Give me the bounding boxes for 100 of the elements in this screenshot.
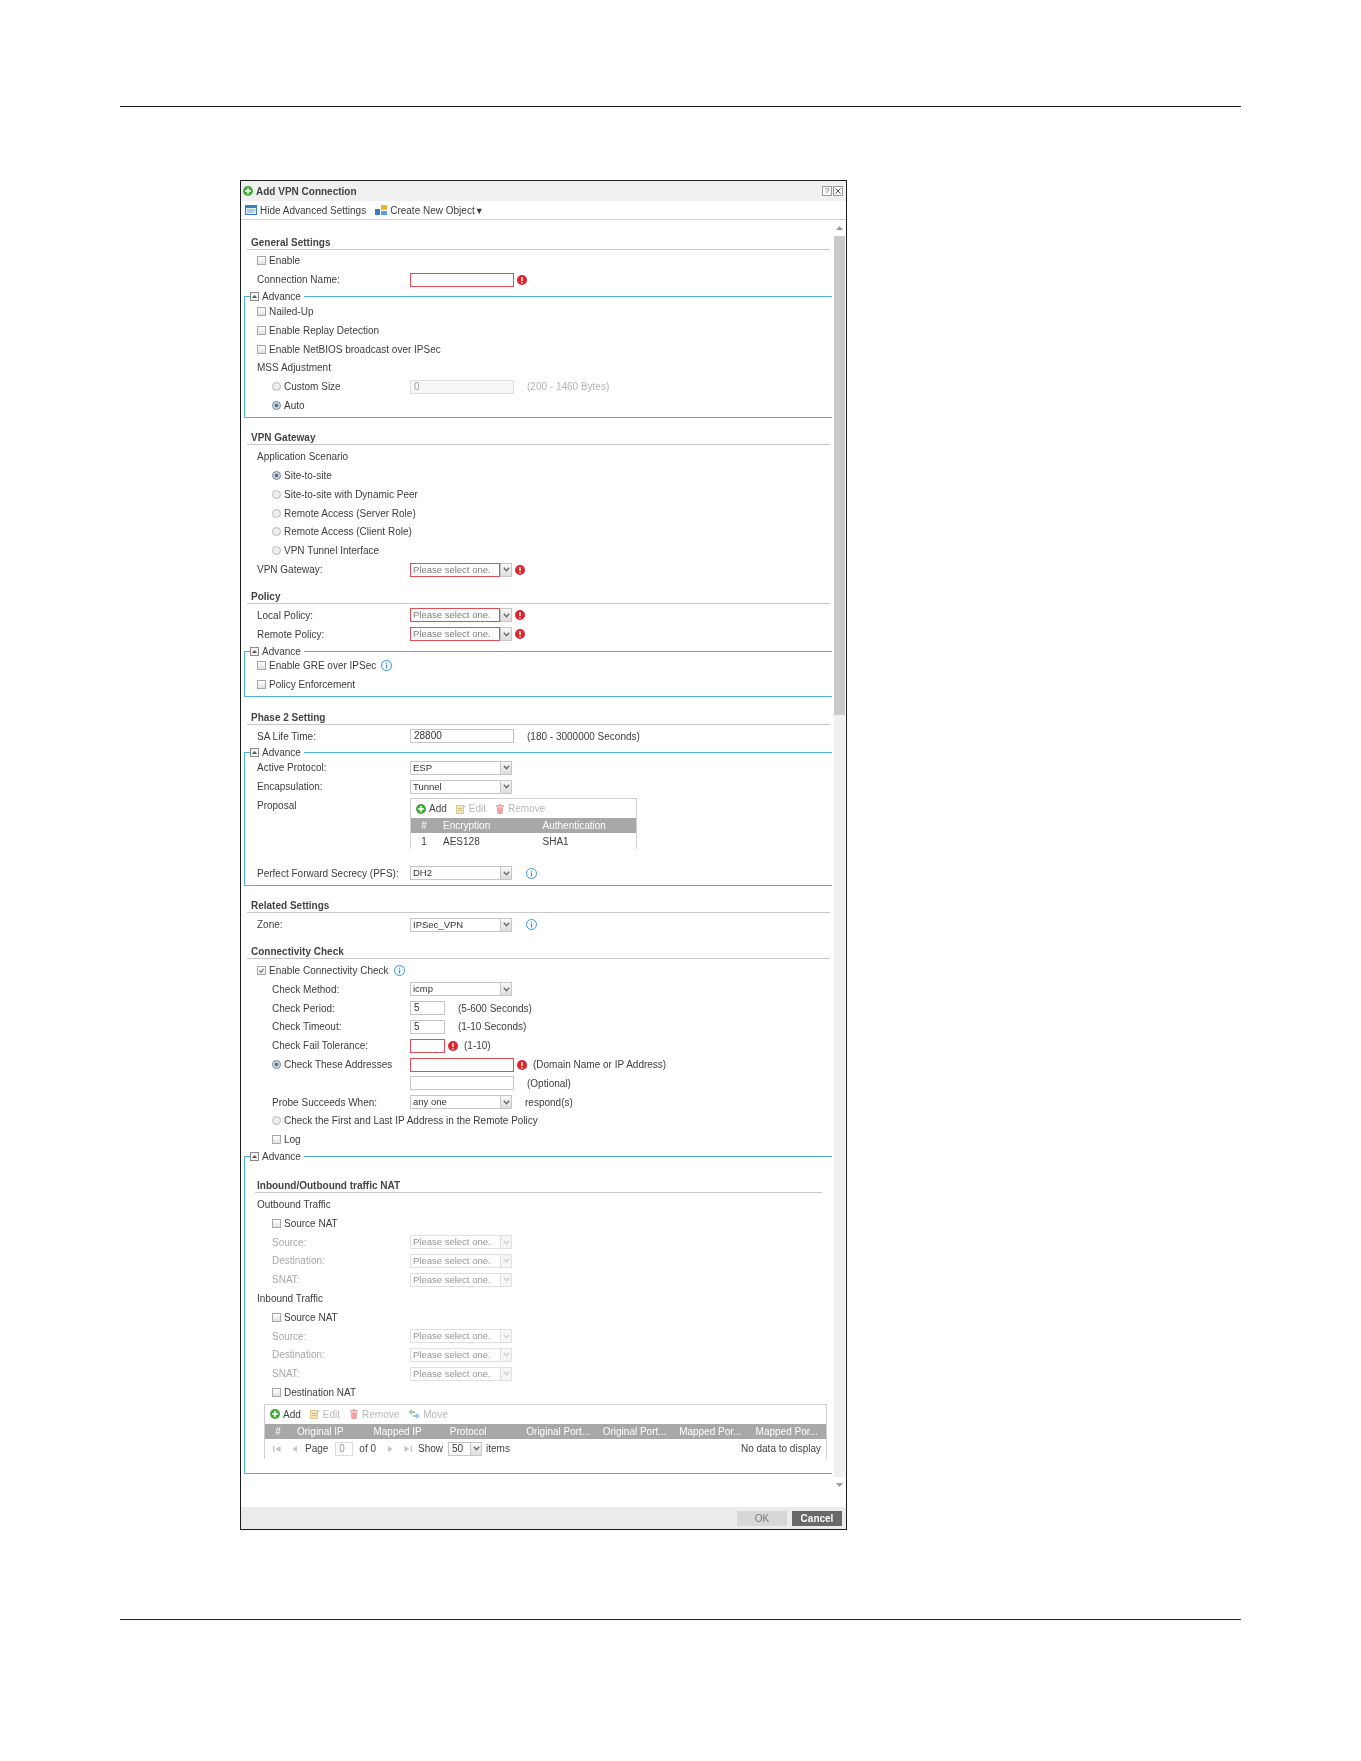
input-field[interactable]: 5 bbox=[410, 1001, 445, 1016]
add-button[interactable]: Add bbox=[270, 1408, 301, 1420]
group-label: Application Scenario bbox=[257, 451, 349, 463]
input-field[interactable] bbox=[410, 1038, 445, 1053]
triangle-left-icon[interactable] bbox=[291, 1444, 299, 1453]
triangle-square-icon[interactable] bbox=[250, 292, 259, 302]
panel-legend: Advance bbox=[262, 645, 301, 657]
column-header[interactable]: Original Port... bbox=[520, 1425, 597, 1437]
input-field[interactable] bbox=[410, 1076, 514, 1091]
column-header[interactable]: Authentication bbox=[536, 820, 636, 832]
close-button[interactable] bbox=[833, 186, 843, 196]
info-icon[interactable] bbox=[526, 919, 537, 931]
add-button[interactable]: Add bbox=[416, 803, 447, 815]
column-header[interactable]: Original IP bbox=[291, 1425, 368, 1437]
checkbox-label: Nailed-Up bbox=[269, 306, 314, 317]
input-field[interactable] bbox=[410, 272, 514, 287]
section-title: Policy bbox=[251, 590, 281, 602]
checkbox[interactable] bbox=[272, 1312, 281, 1322]
scrollbar[interactable] bbox=[834, 236, 845, 1477]
help-button[interactable]: ? bbox=[822, 186, 832, 196]
info-icon[interactable] bbox=[526, 867, 537, 879]
column-header[interactable]: # bbox=[411, 820, 437, 832]
triangle-left-bar-icon[interactable] bbox=[273, 1444, 281, 1453]
checkbox[interactable] bbox=[257, 307, 266, 316]
radio-button[interactable] bbox=[272, 382, 281, 392]
triangle-down-icon[interactable] bbox=[836, 1483, 843, 1487]
field-label: Local Policy: bbox=[257, 609, 314, 621]
column-header[interactable]: Protocol bbox=[443, 1425, 521, 1437]
section-title: Phase 2 Setting bbox=[251, 711, 326, 723]
column-header[interactable]: Encryption bbox=[437, 820, 537, 832]
radio-button[interactable] bbox=[272, 1116, 281, 1126]
menu-button[interactable]: Create New Object▼ bbox=[375, 204, 484, 216]
field-label: Source: bbox=[272, 1236, 307, 1248]
radio-label: Custom Size bbox=[284, 381, 341, 393]
column-header[interactable]: Mapped Por... bbox=[673, 1425, 750, 1437]
radio-button[interactable] bbox=[272, 471, 281, 481]
page-field[interactable]: 0 bbox=[335, 1441, 354, 1456]
table-cell-text: AES128 bbox=[442, 835, 481, 847]
field-label: Destination: bbox=[272, 1255, 325, 1267]
toggle-button[interactable]: Hide Advanced Settings bbox=[245, 204, 367, 216]
arrows-icon bbox=[408, 1409, 421, 1420]
trash-icon bbox=[495, 803, 506, 814]
plus-circle-icon bbox=[270, 1409, 280, 1420]
checkbox[interactable] bbox=[272, 1135, 281, 1145]
info-icon[interactable] bbox=[393, 965, 405, 976]
checkbox[interactable] bbox=[272, 1218, 281, 1228]
chevron-down-icon bbox=[502, 567, 510, 573]
field-label: SA Life Time: bbox=[257, 730, 316, 742]
window-icon bbox=[245, 205, 257, 215]
chevron-down-icon bbox=[502, 1333, 510, 1339]
checkbox-label: Enable Connectivity Check bbox=[269, 965, 389, 976]
radio-label: Remote Access (Client Role) bbox=[284, 526, 412, 538]
group-label: Inbound Traffic bbox=[257, 1292, 323, 1304]
notepad-icon bbox=[309, 1409, 320, 1420]
column-header[interactable]: Original Port... bbox=[596, 1425, 674, 1437]
checkbox[interactable] bbox=[257, 680, 266, 690]
dialog-button[interactable]: Cancel bbox=[792, 1510, 842, 1526]
column-header[interactable]: # bbox=[265, 1425, 291, 1437]
hint-text: (Optional) bbox=[527, 1077, 571, 1089]
triangle-right-icon[interactable] bbox=[386, 1444, 395, 1453]
checkbox[interactable] bbox=[257, 966, 266, 975]
field-label: Check Method: bbox=[272, 983, 340, 995]
triangle-up-icon[interactable] bbox=[836, 226, 843, 230]
subsection-title: Inbound/Outbound traffic NAT bbox=[257, 1180, 401, 1192]
triangle-square-icon[interactable] bbox=[250, 1152, 259, 1162]
radio-button[interactable] bbox=[272, 527, 281, 537]
checkbox[interactable] bbox=[257, 256, 266, 266]
checkbox[interactable] bbox=[257, 344, 266, 354]
empty-message: No data to display bbox=[740, 1443, 821, 1455]
checkbox-label: Source NAT bbox=[284, 1311, 338, 1323]
dialog-title: Add VPN Connection bbox=[256, 185, 357, 197]
checkbox-label: Enable Replay Detection bbox=[269, 324, 380, 336]
triangle-square-icon[interactable] bbox=[250, 748, 259, 758]
input-field[interactable]: 28800 bbox=[410, 729, 514, 744]
radio-button[interactable] bbox=[272, 546, 281, 556]
column-header[interactable]: Mapped IP bbox=[367, 1425, 444, 1437]
triangle-square-icon[interactable] bbox=[250, 646, 259, 656]
field-label: Source: bbox=[272, 1330, 307, 1342]
checkbox[interactable] bbox=[257, 661, 266, 671]
radio-button[interactable] bbox=[272, 1060, 281, 1069]
input-field[interactable] bbox=[410, 1057, 514, 1072]
trash-icon bbox=[349, 1409, 360, 1420]
field-label: Zone: bbox=[257, 919, 283, 931]
info-icon[interactable] bbox=[381, 660, 393, 672]
checkbox-label: Log bbox=[284, 1134, 301, 1146]
checkbox[interactable] bbox=[257, 325, 266, 335]
section-title: Related Settings bbox=[251, 900, 330, 912]
radio-label: Check These Addresses bbox=[284, 1059, 393, 1070]
radio-button[interactable] bbox=[272, 508, 281, 518]
group-label: Outbound Traffic bbox=[257, 1199, 331, 1210]
triangle-right-bar-icon[interactable] bbox=[404, 1444, 413, 1453]
radio-button[interactable] bbox=[272, 489, 281, 499]
field-label: SNAT: bbox=[272, 1274, 300, 1286]
field-label: Check Period: bbox=[272, 1002, 335, 1014]
checkbox[interactable] bbox=[272, 1387, 281, 1397]
scrollbar-thumb[interactable] bbox=[834, 236, 845, 715]
input-field[interactable]: 5 bbox=[410, 1019, 445, 1034]
radio-button[interactable] bbox=[272, 400, 281, 410]
column-header[interactable]: Mapped Por... bbox=[749, 1425, 826, 1437]
plus-circle-icon bbox=[416, 803, 426, 814]
